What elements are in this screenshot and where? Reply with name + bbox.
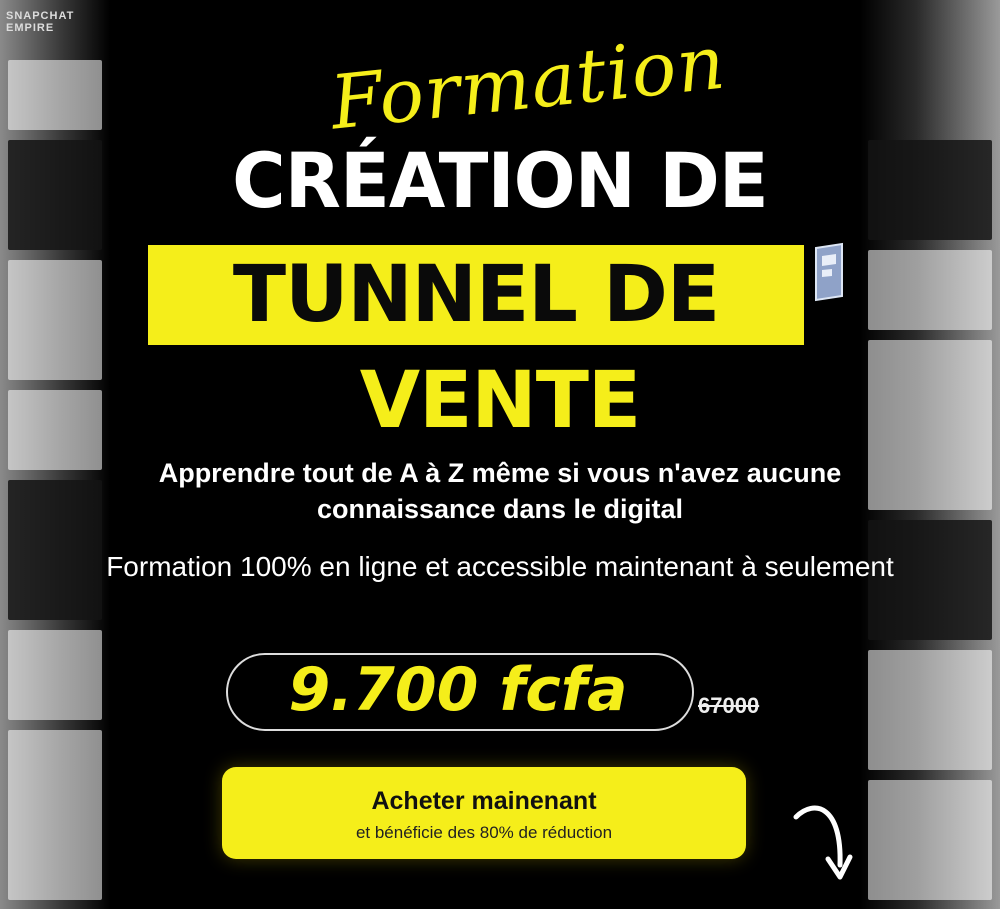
mockup-block: [8, 730, 102, 900]
mockup-block: [8, 60, 102, 130]
curved-arrow-down-icon: [793, 805, 853, 880]
description-line-1: Apprendre tout de A à Z même si vous n'a…: [158, 458, 842, 524]
buy-now-button[interactable]: Acheter mainenant et bénéficie des 80% d…: [222, 767, 746, 859]
mockup-block: [868, 250, 992, 330]
old-price: 67000: [698, 693, 760, 718]
mockup-block: [868, 780, 992, 900]
title-line-2: TUNNEL DE: [232, 250, 720, 340]
side-brand-text: SNAPCHAT EMPIRE: [6, 10, 75, 34]
buy-now-label: Acheter mainenant: [371, 787, 597, 815]
funnel-logo-icon: [815, 242, 843, 302]
price-value: 9.700 fcfa: [288, 655, 628, 725]
title-line-1: CRÉATION DE: [232, 136, 769, 225]
description-line-2: Formation 100% en ligne et accessible ma…: [106, 551, 894, 582]
title-line-3: VENTE: [359, 356, 641, 446]
formation-script-title: Formation: [326, 19, 730, 147]
buy-now-sublabel: et bénéficie des 80% de réduction: [355, 823, 613, 842]
mockup-block: [868, 650, 992, 770]
mockup-block: [8, 630, 102, 720]
